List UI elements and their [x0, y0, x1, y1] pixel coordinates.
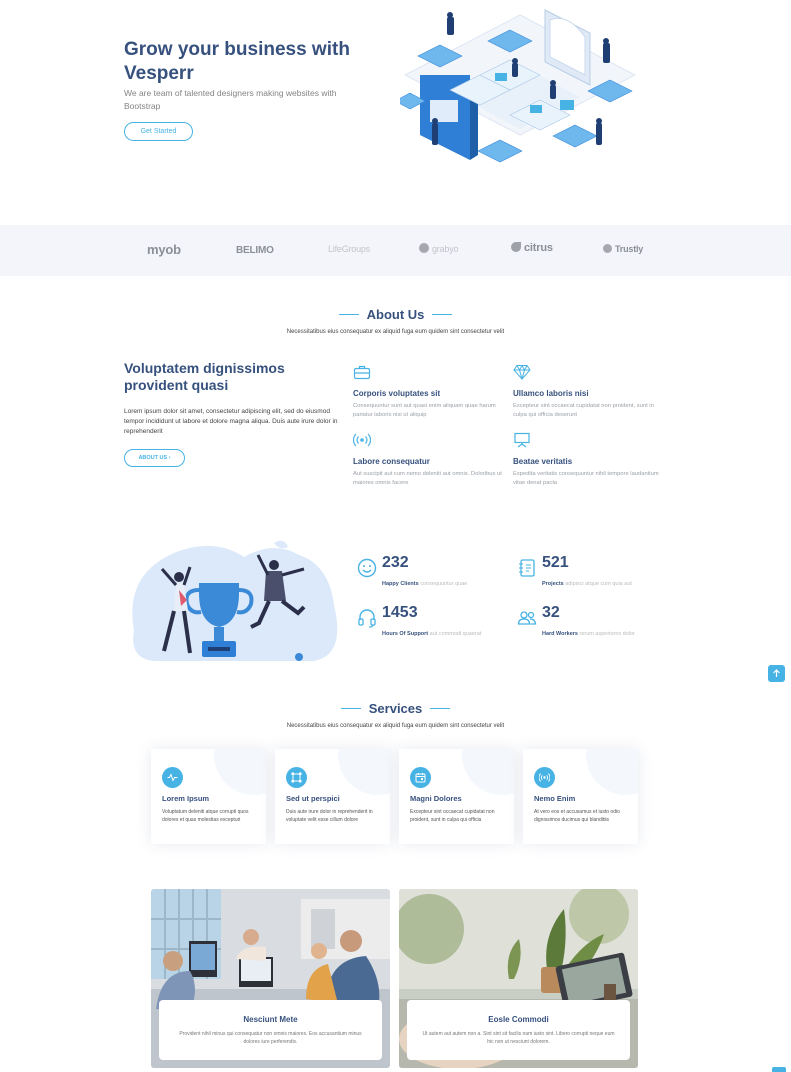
feature-item: Corporis voluptates sit Consequuntur sun…	[353, 364, 503, 420]
card-title: Eosle Commodi	[488, 1015, 549, 1024]
feature-title: Corporis voluptates sit	[353, 389, 441, 398]
grabyo-logo-icon	[419, 243, 429, 253]
service-text: Excepteur sint occaecat cupidatat non pr…	[410, 809, 495, 823]
client-logo-trustly: Trustly	[603, 244, 643, 254]
get-started-button[interactable]: Get Started	[124, 122, 193, 141]
easel-icon	[514, 432, 530, 448]
portfolio-caption: Eosle Commodi Ut autem aut autem non a. …	[407, 1000, 630, 1060]
count-number: 232	[382, 554, 409, 571]
services-title: Services	[341, 701, 450, 716]
broadcast-icon	[539, 773, 550, 782]
briefcase-icon	[353, 365, 371, 380]
service-card[interactable]: Sed ut perspici Duis aute irure dolor in…	[275, 749, 390, 844]
clients-strip: myob BELIMO LifeGroups grabyo citrus Tru…	[0, 225, 791, 276]
portfolio-card[interactable]: Nesciunt Mete Provident nihil minus qui …	[151, 889, 390, 1068]
bounding-box-icon	[291, 772, 302, 783]
service-card[interactable]: Magni Dolores Excepteur sint occaecat cu…	[399, 749, 514, 844]
about-subtitle: Necessitatibus eius consequatur ex aliqu…	[286, 329, 505, 335]
count-label: Happy Clients consequuntur quae	[382, 581, 468, 587]
card-text: Provident nihil minus qui consequatur no…	[179, 1031, 362, 1045]
headset-icon	[358, 609, 376, 628]
people-icon	[517, 611, 537, 625]
hero-section: Grow your business with Vesperr We are t…	[0, 0, 791, 225]
client-logo-grabyo: grabyo	[419, 243, 459, 254]
service-title: Nemo Enim	[534, 794, 576, 803]
feature-item: Beatae veritatis Expedita veritatis cons…	[513, 432, 663, 488]
journal-icon	[519, 559, 535, 577]
citrus-logo-icon	[511, 242, 521, 252]
client-logo-citrus: citrus	[511, 242, 553, 254]
chevron-right-icon: ›	[168, 455, 171, 461]
services-section-title: Services Necessitatibus eius consequatur…	[0, 700, 791, 729]
service-text: At vero eos et accusamus et iusto odio d…	[534, 809, 620, 823]
arrow-up-icon	[773, 669, 780, 677]
activity-icon	[167, 773, 178, 782]
feature-title: Labore consequatur	[353, 457, 430, 466]
service-text: Duis aute irure dolor in reprehenderit i…	[286, 809, 373, 823]
gem-icon	[513, 364, 531, 381]
hero-subtitle: We are team of talented designers making…	[124, 88, 337, 111]
broadcast-icon	[352, 433, 372, 447]
service-title: Lorem Ipsum	[162, 794, 210, 803]
calendar-icon	[415, 773, 426, 783]
count-number: 1453	[382, 604, 418, 621]
feature-text: Excepteur sint occaecat cupidatat non pr…	[513, 403, 654, 418]
feature-text: Aut suscipit aut cum nemo deleniti aut o…	[353, 471, 502, 486]
about-us-button[interactable]: ABOUT US ›	[124, 449, 185, 467]
feature-title: Ullamco laboris nisi	[513, 389, 589, 398]
client-logo-myob: myob	[147, 242, 181, 257]
about-section-title: About Us Necessitatibus eius consequatur…	[0, 306, 791, 335]
card-title: Nesciunt Mete	[243, 1015, 298, 1024]
hero-title: Grow your business with Vesperr	[124, 39, 350, 84]
count-label: Hard Workers rerum asperiores dolor	[542, 631, 635, 637]
count-number: 32	[542, 604, 560, 621]
about-heading: Voluptatem dignissimos provident quasi	[124, 360, 285, 393]
service-card[interactable]: Nemo Enim At vero eos et accusamus et iu…	[523, 749, 638, 844]
feature-item: Ullamco laboris nisi Excepteur sint occa…	[513, 364, 663, 420]
service-card[interactable]: Lorem Ipsum Voluptatum deleniti atque co…	[151, 749, 266, 844]
scroll-indicator-tab	[772, 1067, 786, 1072]
feature-text: Consequuntur sunt aut quasi enim aliquam…	[353, 403, 496, 418]
about-text: Lorem ipsum dolor sit amet, consectetur …	[124, 408, 338, 435]
count-number: 521	[542, 554, 569, 571]
back-to-top-button[interactable]	[768, 665, 785, 682]
client-logo-belimo: BELIMO	[236, 245, 274, 256]
client-logo-lifegroups: LifeGroups	[328, 244, 371, 254]
service-title: Sed ut perspici	[286, 794, 340, 803]
feature-item: Labore consequatur Aut suscipit aut cum …	[352, 432, 503, 488]
count-label: Projects adipisci atque cum quia aut	[542, 581, 632, 587]
trustly-logo-icon	[603, 244, 612, 253]
about-title: About Us	[338, 307, 453, 322]
card-text: Ut autem aut autem non a. Sint sint sit …	[422, 1031, 615, 1045]
feature-title: Beatae veritatis	[513, 457, 573, 466]
count-label: Hours Of Support aut commodi quaerat	[382, 631, 482, 637]
feature-text: Expedita veritatis consequuntur nihil te…	[513, 471, 659, 486]
portfolio-caption: Nesciunt Mete Provident nihil minus qui …	[159, 1000, 382, 1060]
hero-isometric-illustration	[400, 9, 637, 163]
portfolio-card[interactable]: Eosle Commodi Ut autem aut autem non a. …	[399, 889, 638, 1068]
trophy-celebration-illustration	[132, 540, 338, 661]
service-title: Magni Dolores	[410, 794, 462, 803]
services-subtitle: Necessitatibus eius consequatur ex aliqu…	[286, 723, 505, 729]
smile-icon	[357, 558, 377, 578]
service-text: Voluptatum deleniti atque corrupti quos …	[162, 809, 249, 823]
